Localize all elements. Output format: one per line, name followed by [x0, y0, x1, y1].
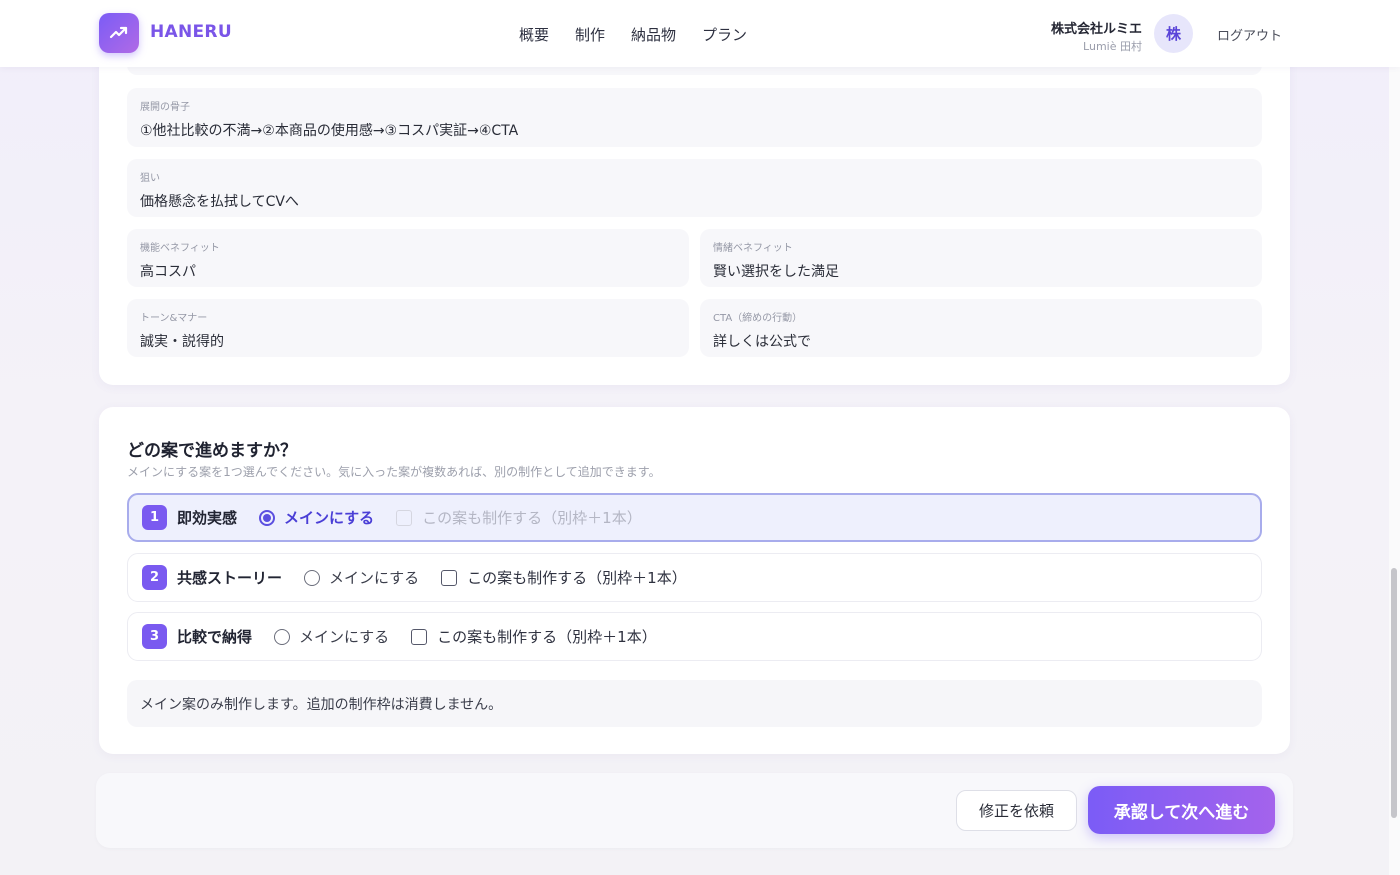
main-radio-label[interactable]: メインにする: [299, 626, 389, 647]
field-value: 賢い選択をした満足: [713, 264, 839, 280]
field-label: トーン&マナー: [140, 313, 208, 324]
field-label: 展開の骨子: [140, 102, 190, 113]
option-row-3[interactable]: 3 比較で納得 メインにする この案も制作する（別枠＋1本）: [127, 612, 1262, 661]
field-label: 機能ベネフィット: [140, 243, 220, 254]
nav-item-overview[interactable]: 概要: [519, 24, 549, 45]
option-number: 3: [142, 624, 167, 649]
brief-field-tone: トーン&マナー 誠実・説得的: [127, 299, 689, 357]
also-produce-checkbox[interactable]: [411, 628, 428, 645]
main-radio[interactable]: [274, 628, 291, 645]
option-row-1[interactable]: 1 即効実感 メインにする この案も制作する（別枠＋1本）: [127, 493, 1262, 542]
option-name: 比較で納得: [177, 628, 253, 646]
also-produce-checkbox[interactable]: [441, 569, 458, 586]
also-produce-label[interactable]: この案も制作する（別枠＋1本）: [437, 626, 657, 647]
field-label: CTA（締めの行動）: [713, 313, 803, 324]
option-name: 即効実感: [177, 509, 238, 527]
field-value: 高コスパ: [140, 264, 196, 280]
company-name: 株式会社ルミエ: [1050, 22, 1142, 37]
also-produce-label[interactable]: この案も制作する（別枠＋1本）: [467, 567, 687, 588]
main-radio[interactable]: [259, 509, 276, 526]
also-produce-label: この案も制作する（別枠＋1本）: [422, 509, 642, 527]
app-header: HANERU 概要 制作 納品物 プラン 株式会社ルミエ Lumiè 田村 株 …: [0, 0, 1400, 67]
selection-subtitle: メインにする案を1つ選んでください。気に入った案が複数あれば、別の制作として追加…: [127, 465, 661, 479]
avatar[interactable]: 株: [1154, 14, 1193, 53]
field-value: 価格懸念を払拭してCVへ: [140, 194, 299, 210]
field-value: 詳しくは公式で: [713, 334, 811, 350]
option-name: 共感ストーリー: [177, 569, 283, 587]
also-produce-checkbox: [396, 509, 413, 526]
main-nav: 概要 制作 納品物 プラン: [519, 24, 747, 45]
brand-name[interactable]: HANERU: [150, 22, 232, 42]
option-number: 2: [142, 565, 167, 590]
field-value: 誠実・説得的: [140, 334, 224, 350]
brief-field-emotional: 情緒ベネフィット 賢い選択をした満足: [700, 229, 1262, 287]
field-value: ①他社比較の不満→②本商品の使用感→③コスパ実証→④CTA: [140, 123, 519, 139]
trend-up-icon: [109, 26, 128, 39]
logo-trend-icon[interactable]: [99, 13, 139, 53]
nav-item-plan[interactable]: プラン: [702, 24, 747, 45]
main-radio-label[interactable]: メインにする: [329, 567, 419, 588]
logout-link[interactable]: ログアウト: [1217, 25, 1282, 44]
account-info: 株式会社ルミエ Lumiè 田村: [1051, 18, 1142, 54]
scrollbar-thumb[interactable]: [1391, 568, 1397, 818]
brief-field-cta: CTA（締めの行動） 詳しくは公式で: [700, 299, 1262, 357]
brief-field-structure: 展開の骨子 ①他社比較の不満→②本商品の使用感→③コスパ実証→④CTA: [127, 88, 1262, 147]
brief-field-aim: 狙い 価格懸念を払拭してCVへ: [127, 159, 1262, 217]
option-row-2[interactable]: 2 共感ストーリー メインにする この案も制作する（別枠＋1本）: [127, 553, 1262, 602]
selection-title: どの案で進めますか？: [127, 441, 297, 461]
request-revision-button[interactable]: 修正を依頼: [956, 790, 1077, 831]
field-label: 狙い: [140, 173, 160, 184]
option-number: 1: [142, 505, 167, 530]
nav-item-production[interactable]: 制作: [575, 24, 605, 45]
brief-field-functional: 機能ベネフィット 高コスパ: [127, 229, 689, 287]
main-radio[interactable]: [304, 569, 321, 586]
nav-item-deliverables[interactable]: 納品物: [631, 24, 676, 45]
user-name: Lumiè 田村: [1083, 40, 1142, 53]
field-label: 情緒ベネフィット: [713, 243, 793, 254]
main-radio-label[interactable]: メインにする: [284, 507, 374, 528]
selection-notice: メイン案のみ制作します。追加の制作枠は消費しません。: [127, 680, 1262, 727]
approve-next-button[interactable]: 承認して次へ進む: [1088, 786, 1275, 834]
